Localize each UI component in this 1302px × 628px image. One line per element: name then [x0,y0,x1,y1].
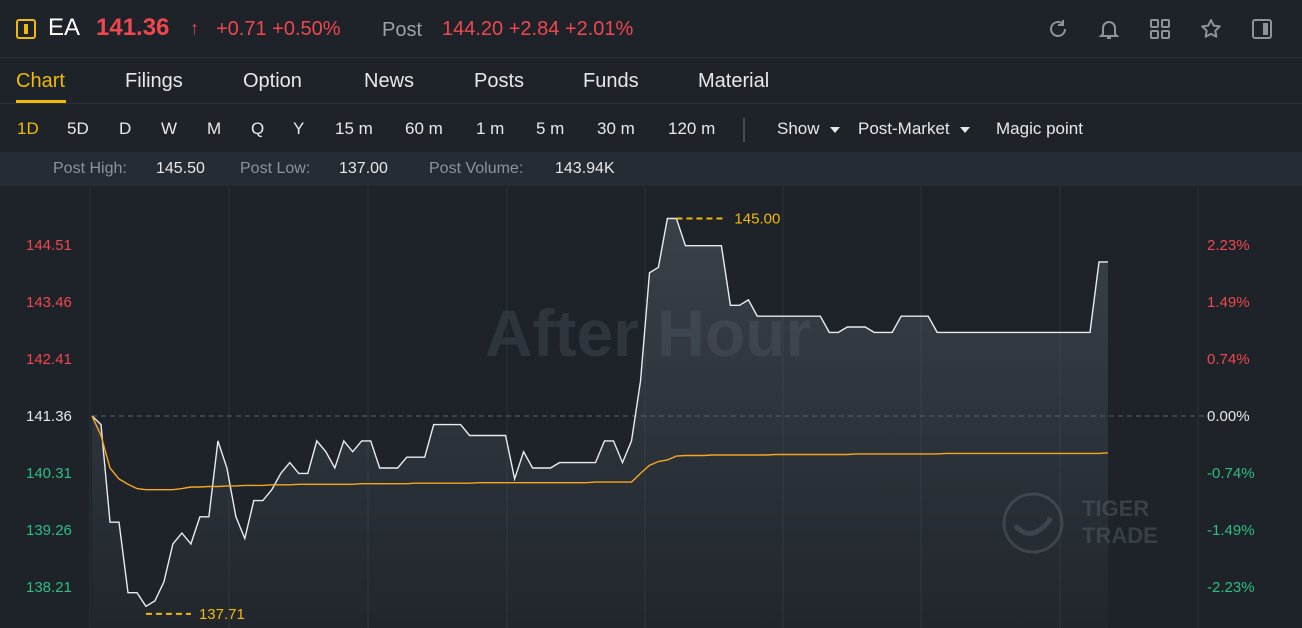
y-tick-right: -0.74% [1207,465,1255,482]
tab-option[interactable]: Option [243,70,302,93]
period-m[interactable]: M [207,119,221,139]
period-d[interactable]: D [119,119,131,139]
high-marker-label: 145.00 [734,211,780,228]
period-5d[interactable]: 5D [67,119,89,139]
tab-material[interactable]: Material [698,70,769,93]
low-marker-label: 137.71 [199,606,245,623]
post-market-label: Post [382,19,423,41]
period-q[interactable]: Q [251,119,264,139]
show-dropdown[interactable]: Show [777,119,840,139]
period-w[interactable]: W [161,119,177,139]
y-tick-left: 144.51 [26,237,72,254]
post-low-label: Post Low: [240,160,311,177]
y-tick-right: 0.74% [1207,351,1250,368]
price-chart[interactable]: After Hour TIGER TRADE 144.51143.46142.4… [0,186,1302,628]
price-area [92,218,1108,628]
series-layer [91,217,1109,628]
panel-icon[interactable] [1250,17,1274,41]
star-icon[interactable] [1199,17,1223,41]
ticker-symbol: EA [48,14,81,41]
bell-icon[interactable] [1097,17,1121,41]
y-tick-left: 143.46 [26,294,72,311]
quote-header: EA 141.36 ↑ +0.71 +0.50% Post 144.20 +2.… [0,0,1302,58]
y-tick-right: 0.00% [1207,408,1250,425]
y-tick-left: 141.36 [26,408,72,425]
price-change: +0.71 +0.50% [216,18,341,40]
post-volume-label: Post Volume: [429,160,524,177]
post-volume-value: 143.94K [555,160,615,177]
magic-point-toggle[interactable]: Magic point [996,119,1083,139]
y-axis-left: 144.51 143.46 142.41 141.36 140.31 139.26 138.… [26,237,72,596]
show-label: Show [777,119,820,138]
period-selector: 1D 5D D W M Q Y 15 m 60 m 1 m 5 m 30 m 1… [0,104,1302,152]
section-tabs: Chart Filings Option News Posts Funds Ma… [0,58,1302,104]
y-axis-right: 2.23% 1.49% 0.74% 0.00% -0.74% -1.49% -2.23% [1207,237,1255,596]
y-tick-right: 1.49% [1207,294,1250,311]
last-price: 141.36 [96,14,170,41]
period-30m[interactable]: 30 m [597,119,635,139]
y-tick-left: 139.26 [26,522,72,539]
active-tab-indicator [16,100,66,103]
period-15m[interactable]: 15 m [335,119,373,139]
post-high-label: Post High: [53,160,127,177]
period-60m[interactable]: 60 m [405,119,443,139]
post-market-stats: Post High: 145.50 Post Low: 137.00 Post … [0,152,1302,186]
caret-down-icon [959,126,970,133]
up-arrow-icon: ↑ [190,18,199,38]
caret-down-icon [829,126,840,133]
tab-funds[interactable]: Funds [583,70,639,93]
period-120m[interactable]: 120 m [668,119,715,139]
y-tick-right: 2.23% [1207,237,1250,254]
post-high-value: 145.50 [156,160,205,177]
divider [743,118,745,142]
y-tick-right: -2.23% [1207,579,1255,596]
y-tick-right: -1.49% [1207,522,1255,539]
y-tick-left: 142.41 [26,351,72,368]
session-label: Post-Market [858,119,950,138]
tab-news[interactable]: News [364,70,414,93]
post-low-value: 137.00 [339,160,388,177]
chart-canvas[interactable]: After Hour TIGER TRADE 144.51143.46142.4… [0,186,1302,628]
y-tick-left: 140.31 [26,465,72,482]
tab-posts[interactable]: Posts [474,70,524,93]
watchlist-icon[interactable] [16,19,36,39]
refresh-icon[interactable] [1046,17,1070,41]
period-1m[interactable]: 1 m [476,119,504,139]
grid-icon[interactable] [1148,17,1172,41]
y-tick-left: 138.21 [26,579,72,596]
session-dropdown[interactable]: Post-Market [858,119,970,139]
tab-filings[interactable]: Filings [125,70,183,93]
post-market-quote: 144.20 +2.84 +2.01% [442,18,634,40]
period-y[interactable]: Y [293,119,304,139]
tab-chart[interactable]: Chart [16,70,65,93]
period-5m[interactable]: 5 m [536,119,564,139]
period-1d[interactable]: 1D [17,119,39,139]
